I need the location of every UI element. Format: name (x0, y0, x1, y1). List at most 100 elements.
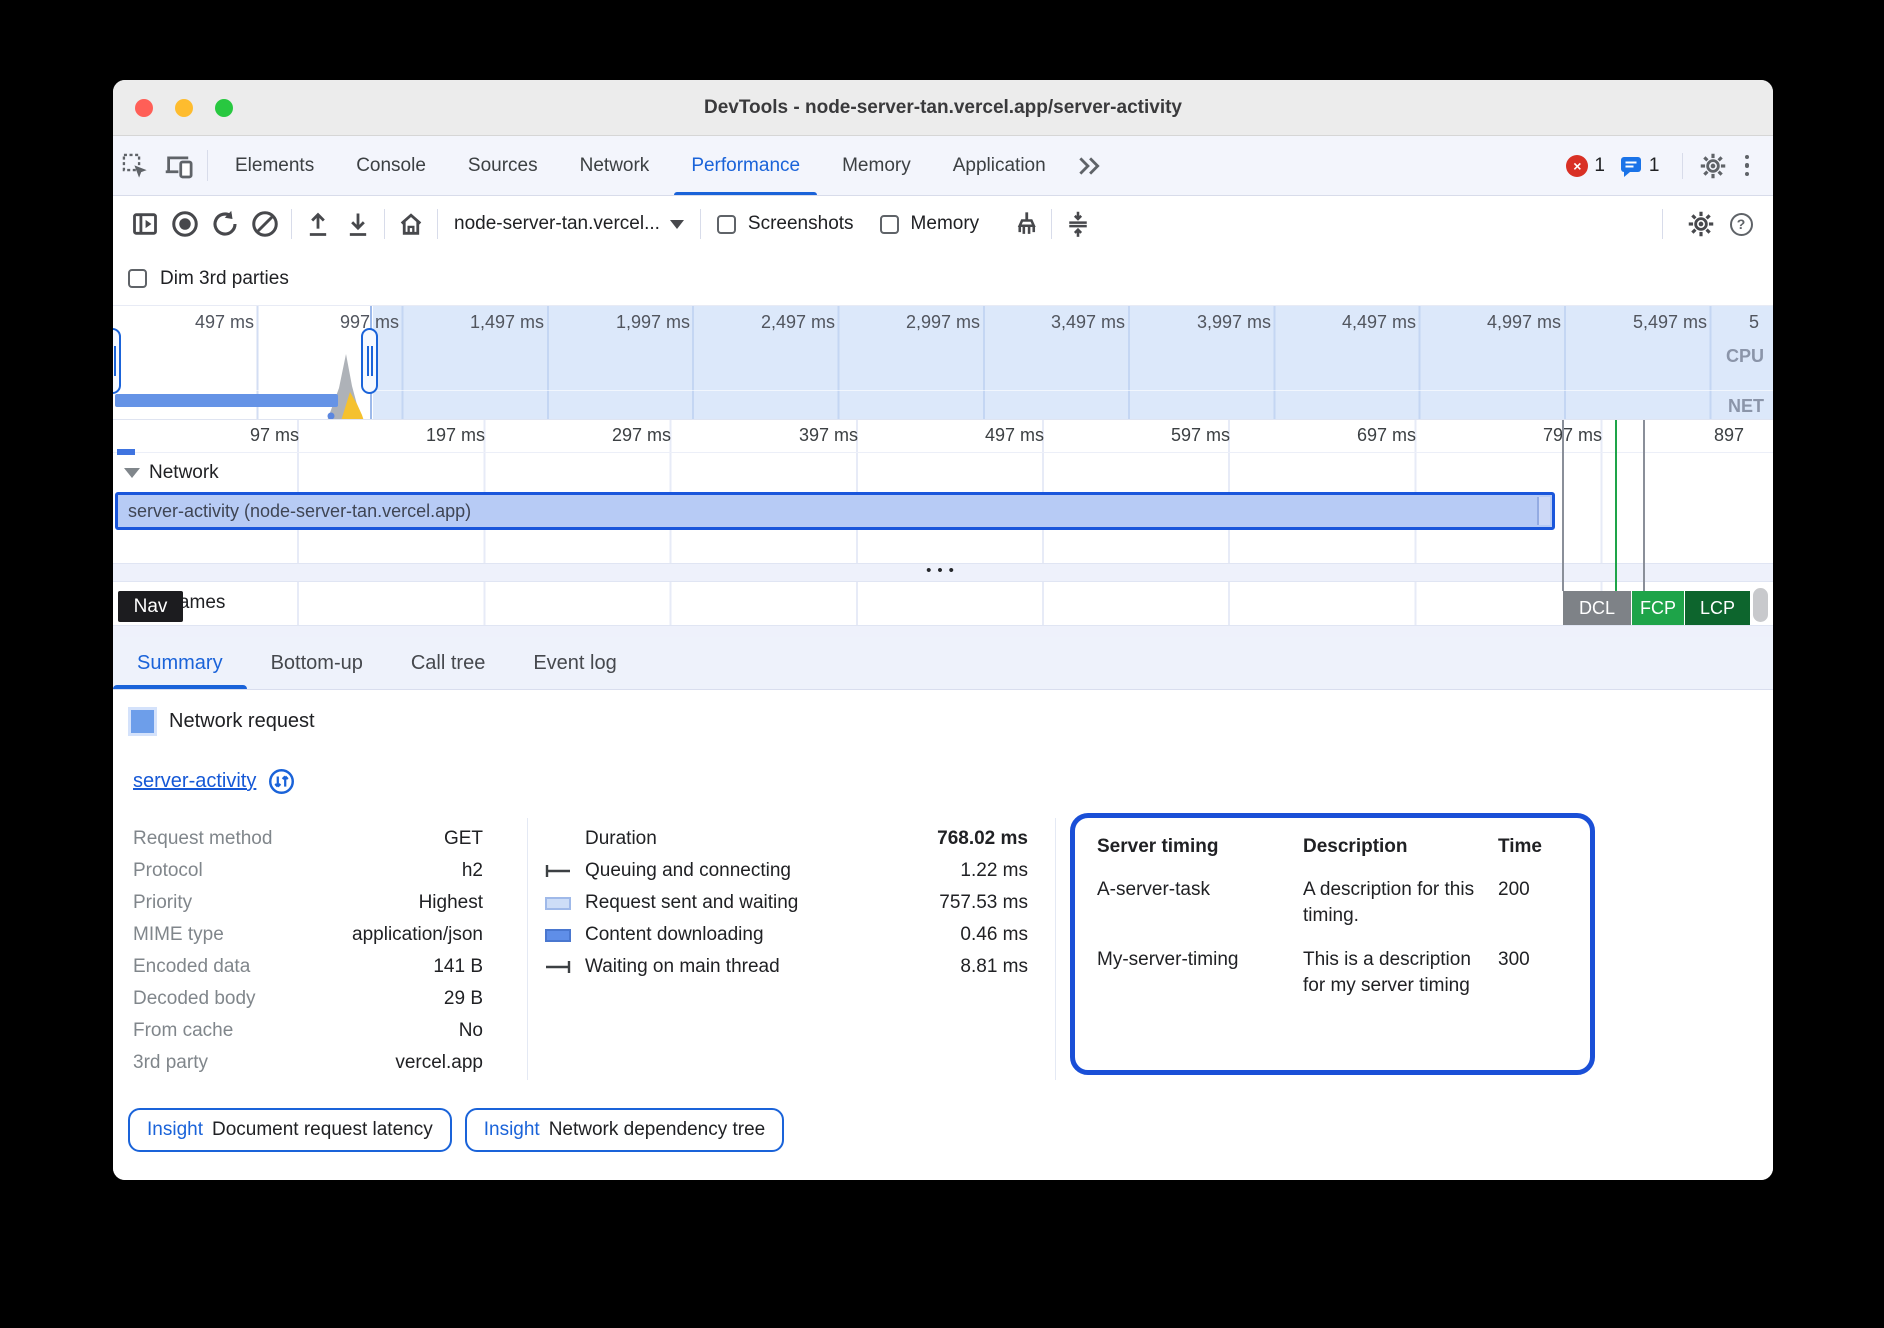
screenshots-checkbox[interactable] (717, 215, 736, 234)
reveal-in-network-icon[interactable] (268, 768, 295, 795)
light-phase-icon (545, 897, 585, 910)
more-options-button[interactable] (1735, 155, 1760, 177)
tab-event-log[interactable]: Event log (509, 637, 640, 689)
field-label: Decoded body (133, 988, 256, 1010)
tab-elements[interactable]: Elements (214, 136, 335, 195)
fcp-marker-badge[interactable]: FCP (1632, 591, 1684, 625)
inspect-icon (121, 152, 149, 180)
more-tabs-button[interactable] (1067, 136, 1111, 195)
tabbar-right-cluster: × 1 1 (1566, 136, 1773, 195)
tab-console[interactable]: Console (335, 136, 447, 195)
load-profile-button[interactable] (298, 204, 338, 244)
insight-label: Network dependency tree (549, 1119, 766, 1141)
collect-garbage-button[interactable] (1005, 204, 1045, 244)
minimize-window-button[interactable] (175, 99, 193, 117)
overview-tick: 1,997 ms (546, 312, 690, 333)
server-timing-header: Description (1303, 834, 1494, 860)
tab-application[interactable]: Application (932, 136, 1067, 195)
inspect-element-button[interactable] (113, 136, 157, 195)
server-timing-header: Server timing (1097, 834, 1299, 860)
field-label: Protocol (133, 860, 203, 882)
network-request-bar[interactable]: server-activity (node-server-tan.vercel.… (115, 492, 1555, 530)
dim-third-parties-row: Dim 3rd parties (113, 252, 1773, 305)
window-title: DevTools - node-server-tan.vercel.app/se… (113, 97, 1773, 119)
help-button[interactable]: ? (1721, 204, 1761, 244)
record-button[interactable] (165, 204, 205, 244)
history-select[interactable]: node-server-tan.vercel... (444, 213, 694, 235)
toggle-panel-icon (131, 210, 159, 238)
settings-button[interactable] (1691, 152, 1735, 180)
lcp-marker-badge[interactable]: LCP (1685, 591, 1750, 625)
collapsed-tracks-row[interactable]: ••• (113, 563, 1773, 582)
tab-summary[interactable]: Summary (113, 637, 247, 689)
field-row: 3rd partyvercel.app (133, 1047, 483, 1079)
tab-memory[interactable]: Memory (821, 136, 932, 195)
screenshots-toggle[interactable]: Screenshots (717, 213, 854, 235)
toggle-sidebar-button[interactable] (125, 204, 165, 244)
insight-network-dependency-tree-button[interactable]: Insight Network dependency tree (465, 1108, 785, 1152)
divider (207, 150, 208, 181)
download-icon (344, 210, 372, 238)
insight-prefix: Insight (147, 1119, 203, 1141)
network-track-header[interactable]: Network (124, 462, 219, 484)
timing-row: Queuing and connecting 1.22 ms (545, 855, 1028, 887)
field-row: MIME typeapplication/json (133, 919, 483, 951)
memory-checkbox[interactable] (880, 215, 899, 234)
timeline-overview[interactable]: 497 ms 997 ms 1,497 ms 1,997 ms 2,497 ms… (113, 305, 1773, 420)
overview-tick: 4,997 ms (1417, 312, 1561, 333)
collapse-icon (1064, 210, 1092, 238)
net-lane-label: NET (1728, 396, 1764, 417)
dim-third-parties-checkbox[interactable] (128, 269, 147, 288)
reload-and-record-button[interactable] (205, 204, 245, 244)
issues-icon[interactable] (1619, 154, 1643, 178)
timing-row: Duration 768.02 ms (545, 823, 1028, 855)
dim-third-parties-label: Dim 3rd parties (160, 268, 289, 290)
collapse-tracks-button[interactable] (1058, 204, 1098, 244)
tab-network[interactable]: Network (559, 136, 671, 195)
divider (1662, 209, 1663, 239)
timeline-tick: 497 ms (894, 425, 1044, 446)
home-button[interactable] (391, 204, 431, 244)
overview-tick: 3,497 ms (981, 312, 1125, 333)
dcl-marker-badge[interactable]: DCL (1563, 591, 1631, 625)
clear-recording-button[interactable] (245, 204, 285, 244)
tab-call-tree[interactable]: Call tree (387, 637, 509, 689)
error-badge-icon[interactable]: × (1566, 155, 1588, 177)
column-divider (1055, 818, 1056, 1080)
zoom-window-button[interactable] (215, 99, 233, 117)
save-profile-button[interactable] (338, 204, 378, 244)
tab-bottom-up[interactable]: Bottom-up (247, 637, 387, 689)
tab-sources[interactable]: Sources (447, 136, 559, 195)
field-label: Request method (133, 828, 272, 850)
overview-tick: 997 ms (255, 312, 399, 333)
screenshots-label: Screenshots (748, 213, 854, 235)
insight-document-request-latency-button[interactable]: Insight Document request latency (128, 1108, 452, 1152)
issue-count: 1 (1649, 155, 1660, 177)
ruler-divider (113, 452, 1773, 453)
tab-performance[interactable]: Performance (670, 136, 821, 195)
timing-value: 8.81 ms (960, 956, 1028, 978)
selection-right-handle[interactable] (361, 328, 378, 394)
network-request-bar-label: server-activity (node-server-tan.vercel.… (128, 501, 471, 522)
chevron-down-icon (670, 220, 684, 229)
summary-heading-row: Network request (131, 710, 315, 733)
selection-left-handle[interactable] (113, 328, 121, 394)
vertical-scrollbar[interactable] (1753, 588, 1768, 622)
frames-track-row[interactable]: Frames Nav (113, 582, 1773, 625)
field-value: No (459, 1020, 483, 1042)
record-icon (170, 209, 200, 239)
help-icon: ? (1730, 213, 1753, 236)
ptoolbar-right-cluster: ? (1656, 195, 1761, 253)
close-window-button[interactable] (135, 99, 153, 117)
overflow-dots: ••• (926, 563, 960, 578)
memory-toggle[interactable]: Memory (880, 213, 980, 235)
home-icon (397, 210, 425, 238)
dcl-marker-line (1562, 420, 1564, 591)
timeline-tracks[interactable]: 97 ms 197 ms 297 ms 397 ms 497 ms 597 ms… (113, 420, 1773, 637)
device-toolbar-button[interactable] (157, 136, 201, 195)
summary-panel: Network request server-activity Request … (113, 690, 1773, 1180)
error-count: 1 (1594, 155, 1605, 177)
request-link[interactable]: server-activity (133, 770, 256, 793)
capture-settings-button[interactable] (1681, 204, 1721, 244)
lcp-marker-line (1643, 420, 1645, 591)
